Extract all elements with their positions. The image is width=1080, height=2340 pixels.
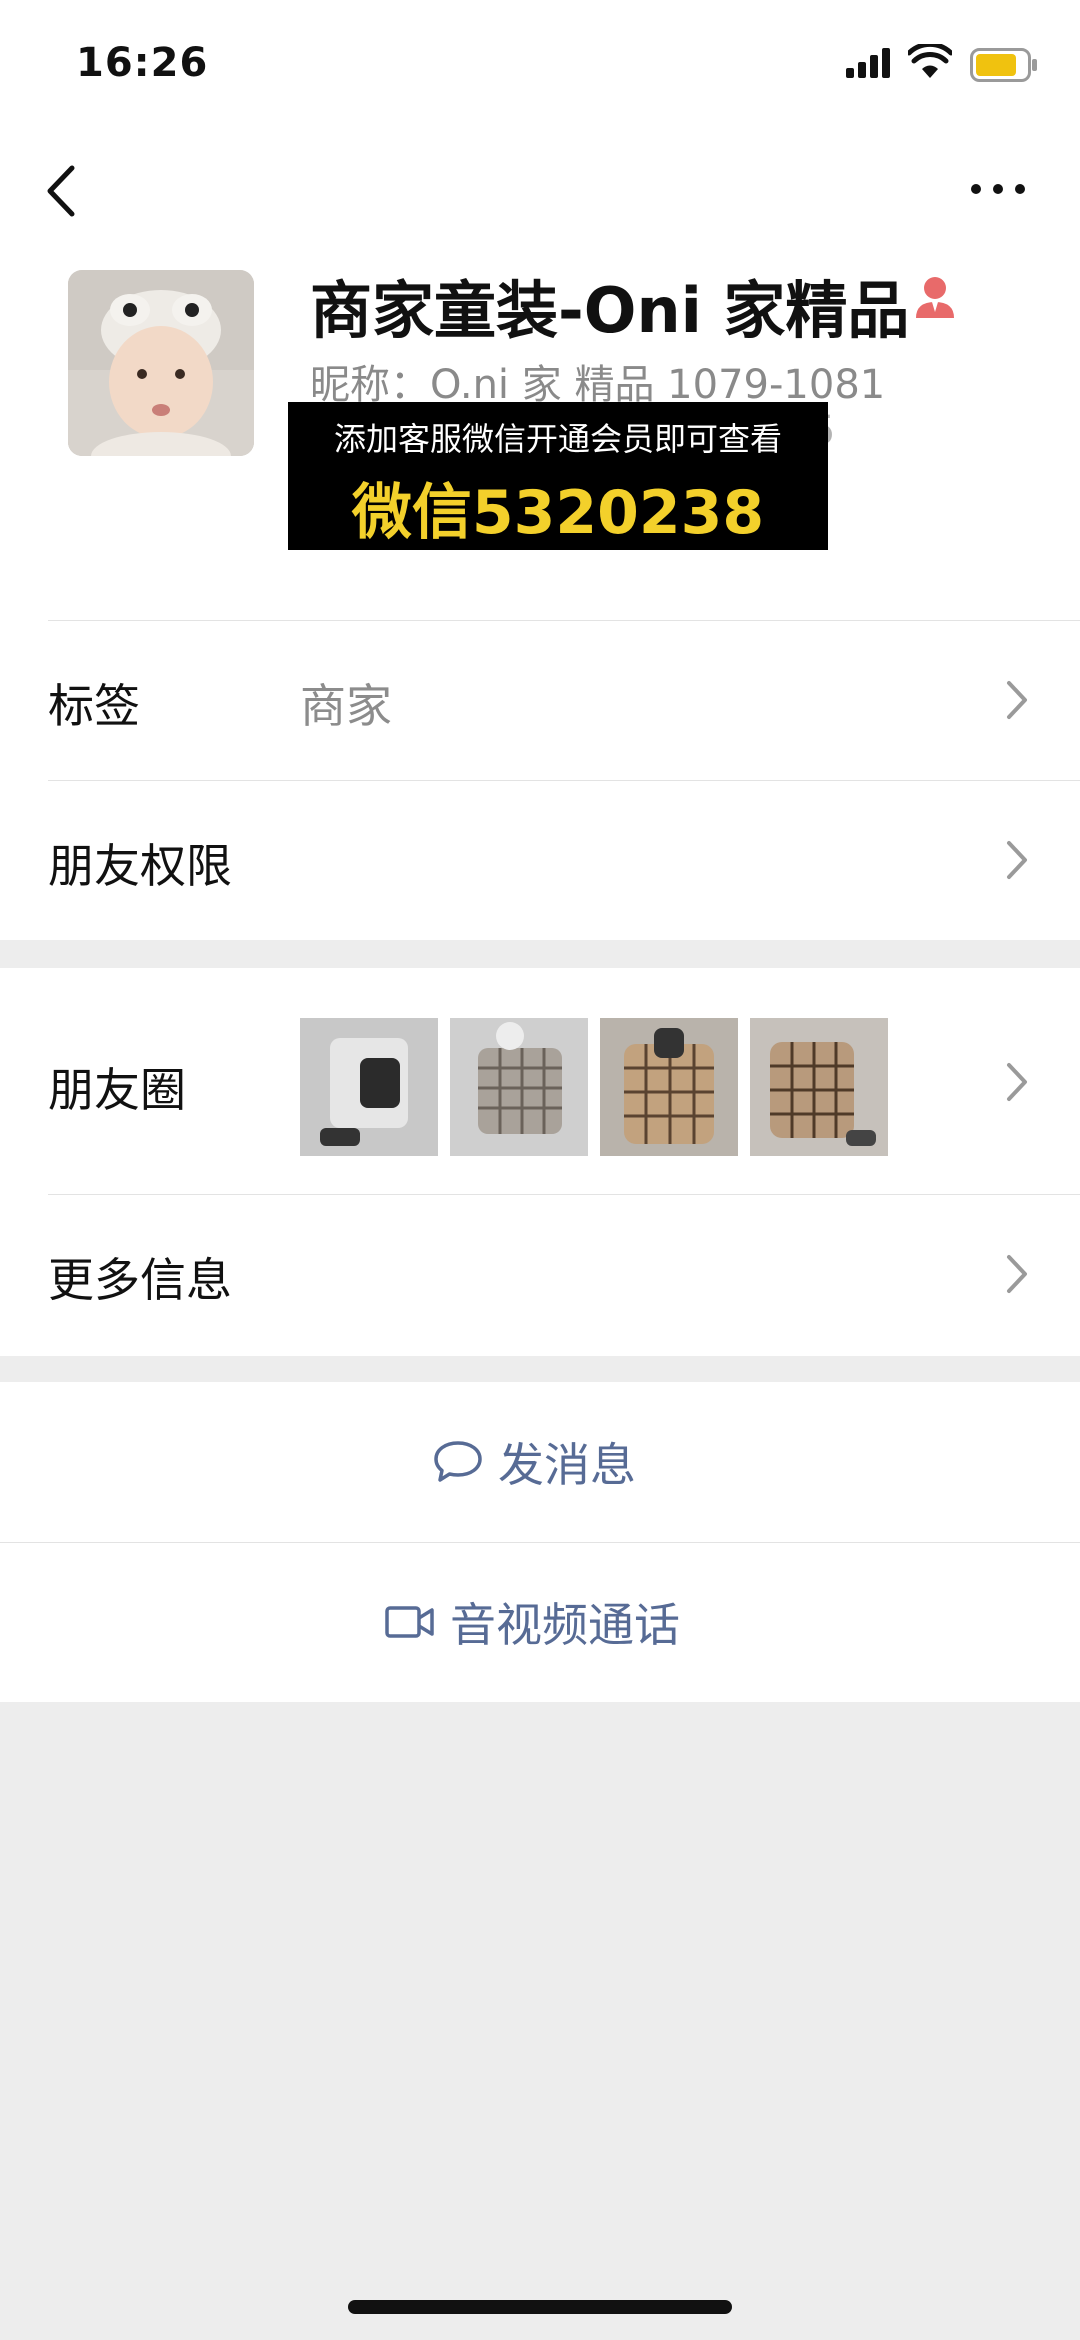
moments-label: 朋友圈	[48, 1063, 186, 1117]
moment-thumbnail[interactable]	[300, 1018, 438, 1156]
moment-thumbnail[interactable]	[750, 1018, 888, 1156]
more-info-label: 更多信息	[48, 1253, 232, 1307]
status-bar: 16:26	[0, 0, 1080, 130]
chevron-right-icon	[1007, 841, 1027, 879]
friend-permissions-label: 朋友权限	[48, 839, 232, 893]
send-message-button[interactable]: 发消息	[0, 1382, 1080, 1542]
tag-label: 标签	[48, 679, 140, 733]
battery-icon	[970, 48, 1037, 82]
promo-line2: 微信5320238	[351, 478, 765, 548]
moments-row[interactable]: 朋友圈	[0, 968, 1080, 1194]
chevron-right-icon	[1007, 681, 1027, 719]
person-badge-icon	[916, 277, 954, 318]
send-message-content: 发消息	[432, 1382, 636, 1542]
more-info-row[interactable]: 更多信息	[0, 1194, 1080, 1356]
video-call-label: 音视频通话	[450, 1598, 680, 1652]
contact-profile-page: 16:26 商家童装-Oni 家精品 昵称：O.ni 家 精品 1079-108…	[0, 0, 1080, 2340]
promo-line1: 添加客服微信开通会员即可查看	[333, 420, 782, 458]
video-camera-icon	[385, 1606, 434, 1638]
friend-permissions-row[interactable]: 朋友权限	[0, 780, 1080, 940]
tag-row[interactable]: 标签 商家	[0, 620, 1080, 780]
actions-group: 发消息 音视频通话	[0, 1382, 1080, 1702]
status-time: 16:26	[76, 40, 209, 86]
nav-bar	[0, 130, 1080, 260]
more-dots-icon[interactable]	[966, 164, 1030, 214]
tag-value: 商家	[300, 679, 392, 733]
cellular-signal-icon	[846, 48, 890, 78]
display-name: 商家童装-Oni 家精品	[310, 274, 910, 347]
home-indicator[interactable]	[348, 2300, 732, 2314]
chevron-right-icon	[1007, 1063, 1027, 1101]
chat-bubble-icon	[434, 1441, 482, 1482]
avatar-image	[68, 270, 254, 456]
chevron-right-icon	[1007, 1255, 1027, 1293]
info-group: 朋友圈 更多信息	[0, 968, 1080, 1356]
settings-group: 标签 商家 朋友权限	[0, 620, 1080, 940]
moment-thumbnail[interactable]	[600, 1018, 738, 1156]
video-call-button[interactable]: 音视频通话	[0, 1542, 1080, 1702]
send-message-label: 发消息	[498, 1438, 636, 1492]
video-call-content: 音视频通话	[384, 1542, 680, 1702]
profile-header: 商家童装-Oni 家精品 昵称：O.ni 家 精品 1079-1081 5 添加…	[0, 260, 1080, 620]
moment-thumbnail[interactable]	[450, 1018, 588, 1156]
avatar[interactable]	[68, 270, 254, 456]
chevron-left-icon[interactable]	[38, 156, 88, 226]
promo-overlay: 添加客服微信开通会员即可查看 微信5320238	[288, 402, 828, 550]
wifi-icon	[908, 44, 952, 78]
